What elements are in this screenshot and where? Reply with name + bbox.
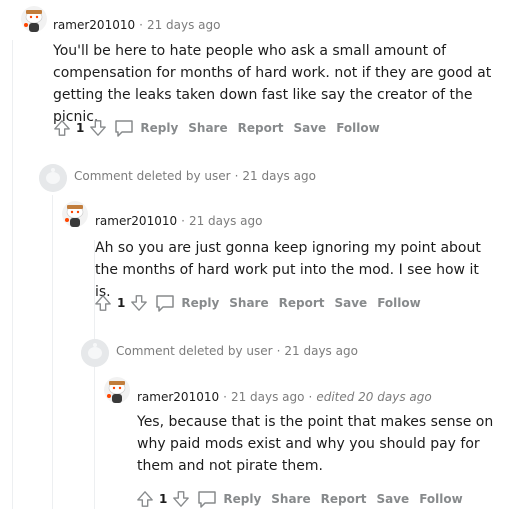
thread-line-level-0[interactable]: [12, 40, 13, 509]
separator-dot: ·: [223, 390, 227, 404]
separator-dot: ·: [308, 390, 313, 404]
comment-actions: 1 Reply Share Report Save Follow: [93, 291, 421, 315]
separator-dot: ·: [181, 214, 185, 228]
username[interactable]: ramer201010: [137, 390, 219, 404]
follow-button[interactable]: Follow: [336, 121, 380, 135]
save-button[interactable]: Save: [293, 121, 326, 135]
comment-header: ramer201010 · 21 days ago: [95, 213, 262, 229]
downvote-icon[interactable]: [171, 489, 191, 509]
deleted-comment-label: Comment deleted by user: [116, 344, 273, 358]
downvote-icon[interactable]: [88, 118, 108, 138]
deleted-comment-header: Comment deleted by user · 21 days ago: [74, 168, 316, 184]
report-button[interactable]: Report: [321, 492, 367, 506]
vote-score: 1: [76, 121, 85, 135]
deleted-comment-header: Comment deleted by user · 21 days ago: [116, 343, 358, 359]
vote-score: 1: [117, 296, 126, 310]
comment-body: You'll be here to hate people who ask a …: [53, 43, 492, 125]
comment-header: ramer201010 · 21 days ago · edited 20 days a…: [137, 389, 432, 405]
comment-header: ramer201010 · 21 days ago: [53, 17, 220, 33]
separator-dot: ·: [139, 18, 143, 32]
upvote-icon[interactable]: [135, 489, 155, 509]
deleted-comment-label: Comment deleted by user: [74, 169, 231, 183]
snoo-avatar-icon[interactable]: [20, 5, 48, 33]
timestamp[interactable]: 21 days ago: [147, 18, 221, 32]
save-button[interactable]: Save: [334, 296, 367, 310]
deleted-user-avatar-icon: [81, 339, 109, 367]
upvote-icon[interactable]: [93, 293, 113, 313]
username[interactable]: ramer201010: [53, 18, 135, 32]
deleted-user-avatar-icon: [39, 164, 67, 192]
comment-actions: 1 Reply Share Report Save Follow: [52, 116, 380, 140]
reply-bubble-icon[interactable]: [114, 119, 134, 137]
comment-actions: 1 Reply Share Report Save Follow: [135, 487, 463, 511]
comment-body: Yes, because that is the point that make…: [137, 414, 494, 474]
snoo-avatar-icon[interactable]: [61, 200, 89, 228]
reply-button[interactable]: Reply: [181, 296, 219, 310]
reply-bubble-icon[interactable]: [155, 294, 175, 312]
follow-button[interactable]: Follow: [377, 296, 421, 310]
timestamp[interactable]: 21 days ago: [284, 344, 358, 358]
share-button[interactable]: Share: [271, 492, 310, 506]
snoo-avatar-icon[interactable]: [103, 376, 131, 404]
thread-line-level-1[interactable]: [52, 195, 53, 509]
share-button[interactable]: Share: [229, 296, 268, 310]
reply-button[interactable]: Reply: [223, 492, 261, 506]
username[interactable]: ramer201010: [95, 214, 177, 228]
timestamp[interactable]: 21 days ago: [231, 390, 305, 404]
downvote-icon[interactable]: [129, 293, 149, 313]
reply-button[interactable]: Reply: [140, 121, 178, 135]
share-button[interactable]: Share: [188, 121, 227, 135]
report-button[interactable]: Report: [279, 296, 325, 310]
edited-label: edited 20 days ago: [316, 390, 432, 404]
report-button[interactable]: Report: [238, 121, 284, 135]
reply-bubble-icon[interactable]: [197, 490, 217, 508]
vote-score: 1: [159, 492, 168, 506]
separator-dot: ·: [276, 344, 281, 358]
timestamp[interactable]: 21 days ago: [242, 169, 316, 183]
save-button[interactable]: Save: [376, 492, 409, 506]
timestamp[interactable]: 21 days ago: [189, 214, 263, 228]
separator-dot: ·: [234, 169, 239, 183]
follow-button[interactable]: Follow: [419, 492, 463, 506]
upvote-icon[interactable]: [52, 118, 72, 138]
